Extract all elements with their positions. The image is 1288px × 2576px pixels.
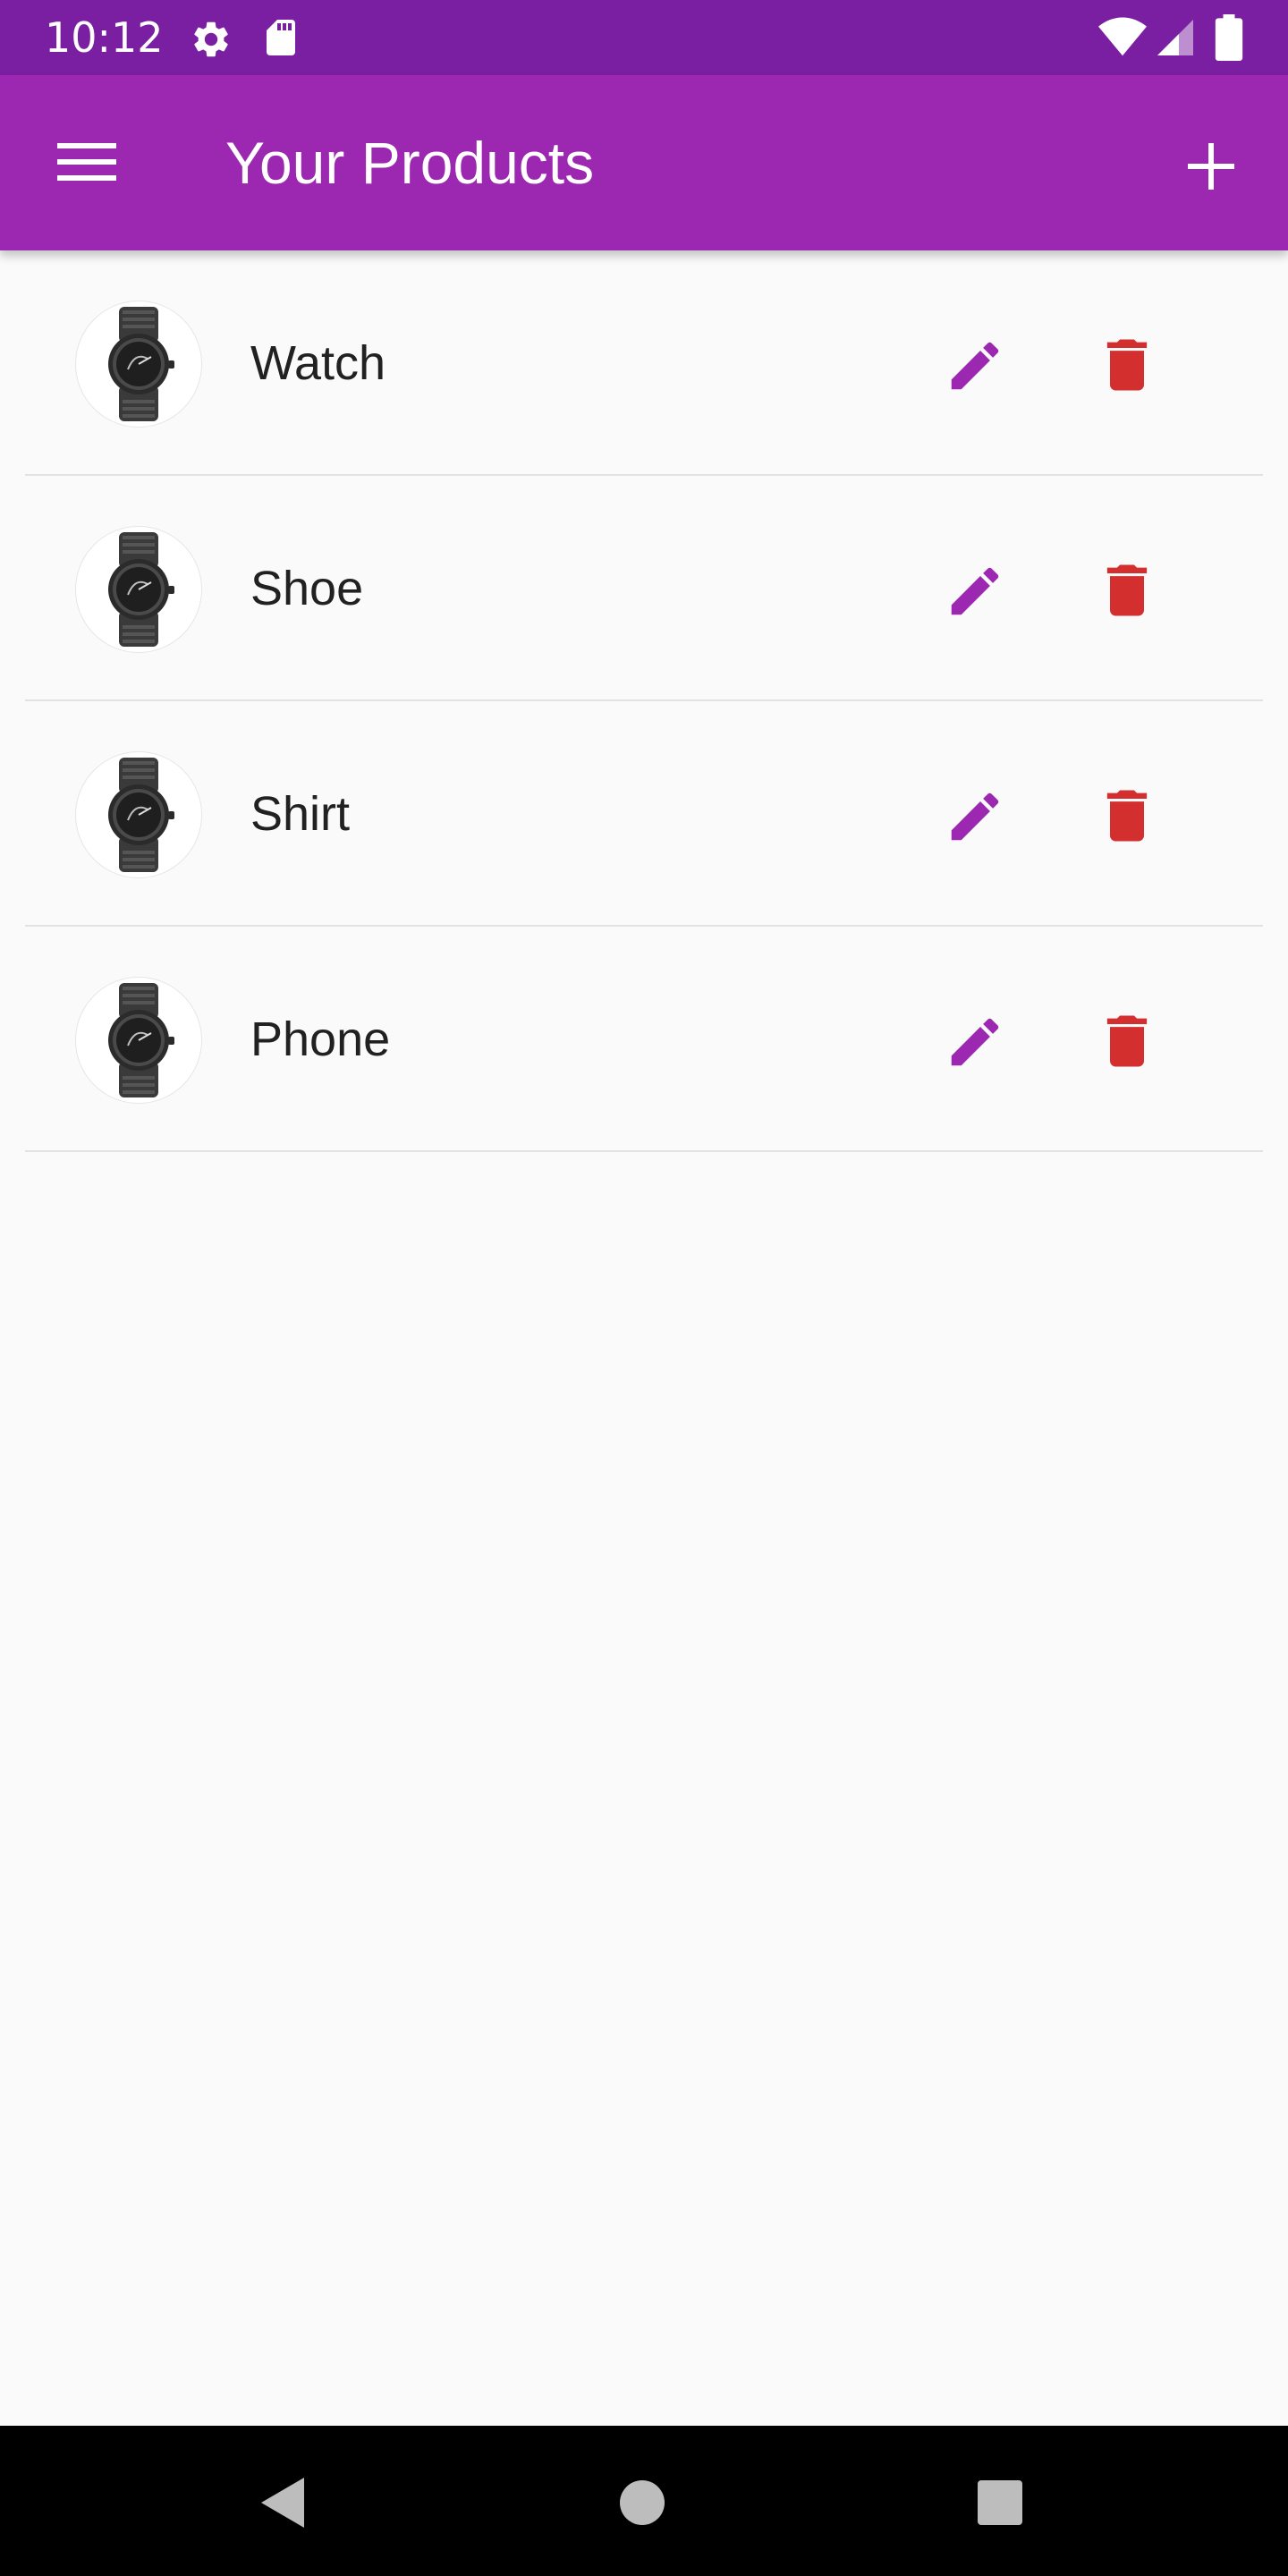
cell-signal-icon bbox=[1157, 20, 1193, 55]
trash-icon bbox=[1106, 1015, 1148, 1067]
plus-icon bbox=[1188, 143, 1234, 190]
product-list: Watch Shoe Shirt Phone bbox=[0, 250, 1288, 1152]
trash-icon bbox=[1106, 339, 1148, 391]
watch-image bbox=[108, 983, 174, 1097]
product-title: Phone bbox=[250, 1013, 391, 1066]
trash-icon bbox=[1106, 790, 1148, 842]
pencil-icon bbox=[951, 342, 999, 390]
product-title: Watch bbox=[250, 336, 386, 390]
edit-product-button[interactable] bbox=[921, 998, 1029, 1084]
sd-card-icon bbox=[267, 20, 295, 55]
page-title: Your Products bbox=[225, 130, 595, 196]
product-list-item: Shoe bbox=[0, 476, 1288, 701]
status-bar: 10:12 bbox=[0, 0, 1288, 75]
watch-image bbox=[108, 307, 174, 421]
recents-square-icon[interactable] bbox=[977, 2479, 1023, 2526]
product-list-item: Phone bbox=[0, 927, 1288, 1152]
hamburger-menu-icon bbox=[57, 143, 116, 181]
gear-icon bbox=[194, 21, 228, 57]
home-circle-icon[interactable] bbox=[619, 2479, 665, 2526]
delete-product-button[interactable] bbox=[1073, 547, 1181, 633]
product-avatar bbox=[75, 977, 202, 1104]
back-triangle-icon[interactable] bbox=[258, 2476, 308, 2529]
watch-image bbox=[108, 532, 174, 647]
trash-icon bbox=[1106, 564, 1148, 616]
product-avatar bbox=[75, 526, 202, 653]
product-avatar bbox=[75, 301, 202, 428]
add-product-button[interactable] bbox=[1166, 122, 1256, 211]
delete-product-button[interactable] bbox=[1073, 322, 1181, 408]
menu-button[interactable] bbox=[38, 125, 138, 200]
status-time: 10:12 bbox=[45, 13, 164, 62]
product-list-item: Shirt bbox=[0, 701, 1288, 927]
edit-product-button[interactable] bbox=[921, 547, 1029, 633]
product-title: Shirt bbox=[250, 787, 351, 841]
navigation-bar bbox=[0, 2426, 1288, 2576]
product-list-item: Watch bbox=[0, 250, 1288, 476]
battery-icon bbox=[1215, 14, 1243, 61]
app-bar: Your Products bbox=[0, 75, 1288, 250]
pencil-icon bbox=[951, 1018, 999, 1066]
edit-product-button[interactable] bbox=[921, 322, 1029, 408]
row-divider bbox=[25, 1150, 1263, 1152]
pencil-icon bbox=[951, 567, 999, 615]
product-avatar bbox=[75, 751, 202, 878]
wifi-icon bbox=[1098, 17, 1147, 56]
delete-product-button[interactable] bbox=[1073, 773, 1181, 859]
pencil-icon bbox=[951, 792, 999, 841]
edit-product-button[interactable] bbox=[921, 773, 1029, 859]
product-title: Shoe bbox=[250, 562, 364, 615]
watch-image bbox=[108, 758, 174, 872]
delete-product-button[interactable] bbox=[1073, 998, 1181, 1084]
